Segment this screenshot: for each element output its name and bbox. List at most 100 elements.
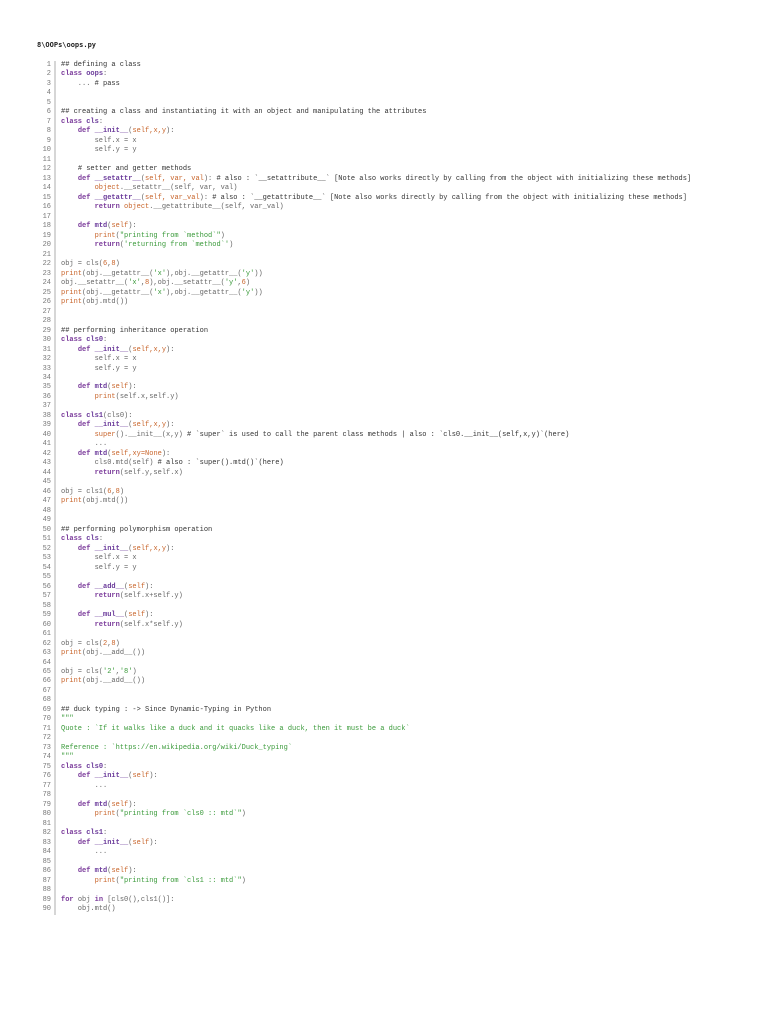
line-code: def __mul__(self): <box>56 611 154 620</box>
code-line: 10 self.y = y <box>30 146 691 156</box>
line-number: 54 <box>30 563 56 574</box>
line-code: def mtd(self,xy=None): <box>56 450 170 459</box>
code-line: 40 super().__init__(x,y) # `super` is us… <box>30 430 691 441</box>
line-number: 77 <box>30 781 56 792</box>
line-number: 11 <box>30 155 56 166</box>
code-token: obj = cls( <box>61 668 104 676</box>
line-number: 37 <box>30 402 56 412</box>
code-token: self,x,y <box>132 345 167 354</box>
code-token: ) <box>245 279 251 288</box>
line-code: print("printing from `cls1 :: mtd`") <box>56 877 246 886</box>
code-token: def <box>77 800 95 809</box>
code-token: class <box>61 535 87 544</box>
code-token: return <box>94 203 125 212</box>
line-code: def mtd(self): <box>56 801 137 810</box>
code-token: self <box>128 611 146 620</box>
code-token: 'x' <box>153 269 167 278</box>
line-code: obj = cls(2,8) <box>56 640 120 649</box>
code-token: def <box>77 222 95 231</box>
line-number: 82 <box>30 829 56 839</box>
code-token: __init__ <box>94 421 129 430</box>
code-line: 81 <box>30 819 691 830</box>
line-code: ## duck typing : -> Since Dynamic-Typing… <box>56 706 271 715</box>
code-line: 46 obj = cls1(6,8) <box>30 487 691 498</box>
line-code: print(obj.__getattr__('x'),obj.__getattr… <box>56 270 263 279</box>
line-code: def __init__(self,x,y): <box>56 345 175 355</box>
line-code: def __init__(self,x,y): <box>56 127 175 136</box>
code-token: def <box>77 544 95 553</box>
code-line: 1 ## defining a class <box>30 61 691 71</box>
code-token: """ <box>61 715 74 724</box>
line-code: """ <box>56 753 74 762</box>
line-code: # setter and getter methods <box>56 165 191 174</box>
code-line: 51 class cls: <box>30 535 691 545</box>
code-token: class <box>61 762 87 771</box>
code-line: 37 <box>30 402 691 412</box>
code-token: (cls0): <box>103 411 133 420</box>
line-code: for obj in [cls0(),cls1()]: <box>56 896 174 905</box>
line-code: ## creating a class and instantiating it… <box>56 108 426 117</box>
code-token: obj = cls( <box>61 639 104 648</box>
code-token: (obj.__getattr__( <box>82 269 154 278</box>
code-token: ): <box>149 838 158 847</box>
code-line: 8 def __init__(self,x,y): <box>30 127 691 137</box>
line-number: 73 <box>30 743 56 754</box>
line-code: self.y = y <box>56 564 137 573</box>
line-code: ... <box>56 782 108 791</box>
code-line: 82 class cls1: <box>30 829 691 839</box>
code-line: 35 def mtd(self): <box>30 383 691 393</box>
code-token: cls1 <box>86 411 104 420</box>
code-token: cls1 <box>86 829 104 838</box>
code-token: self.x = x <box>61 136 137 145</box>
code-token: ): <box>166 127 175 136</box>
line-number: 76 <box>30 772 56 782</box>
line-code: def __setattr__(self, var, val): # also … <box>56 175 691 184</box>
code-line: 69 ## duck typing : -> Since Dynamic-Typi… <box>30 705 691 716</box>
code-token: self <box>132 838 150 847</box>
code-token: def <box>77 449 95 458</box>
line-code: ## performing inheritance operation <box>56 327 208 336</box>
code-line: 4 <box>30 89 691 99</box>
line-code: def __init__(self): <box>56 772 158 781</box>
code-token: 'y' <box>241 269 255 278</box>
code-line: 62 obj = cls(2,8) <box>30 639 691 650</box>
line-number: 74 <box>30 753 56 763</box>
code-token: (self.x+self.y) <box>119 592 183 601</box>
line-number: 35 <box>30 383 56 393</box>
code-token: print <box>94 876 116 885</box>
line-number: 81 <box>30 819 56 830</box>
code-token: __getattr__ <box>94 193 141 202</box>
line-code: class cls0: <box>56 763 107 772</box>
line-number: 38 <box>30 411 56 422</box>
line-number: 89 <box>30 895 56 906</box>
code-token: (self.y,self.x) <box>119 468 183 477</box>
code-token: self.y = y <box>61 146 137 155</box>
code-token: __mul__ <box>94 611 125 620</box>
code-listing: 1 ## defining a class 2 class oops: 3 ... # … <box>30 61 691 915</box>
line-number: 18 <box>30 222 56 232</box>
line-number: 50 <box>30 525 56 536</box>
code-line: 25 print(obj.__getattr__('x'),obj.__getat… <box>30 288 691 299</box>
line-number: 8 <box>30 127 56 137</box>
code-line: 30 class cls0: <box>30 336 691 346</box>
code-line: 43 cls0.mtd(self) # also : `super().mtd(… <box>30 459 691 469</box>
line-code: print(obj.__add__()) <box>56 677 145 686</box>
code-token: def <box>77 611 95 620</box>
code-line: 83 def __init__(self): <box>30 838 691 849</box>
line-number: 63 <box>30 649 56 659</box>
code-line: 17 <box>30 212 691 223</box>
